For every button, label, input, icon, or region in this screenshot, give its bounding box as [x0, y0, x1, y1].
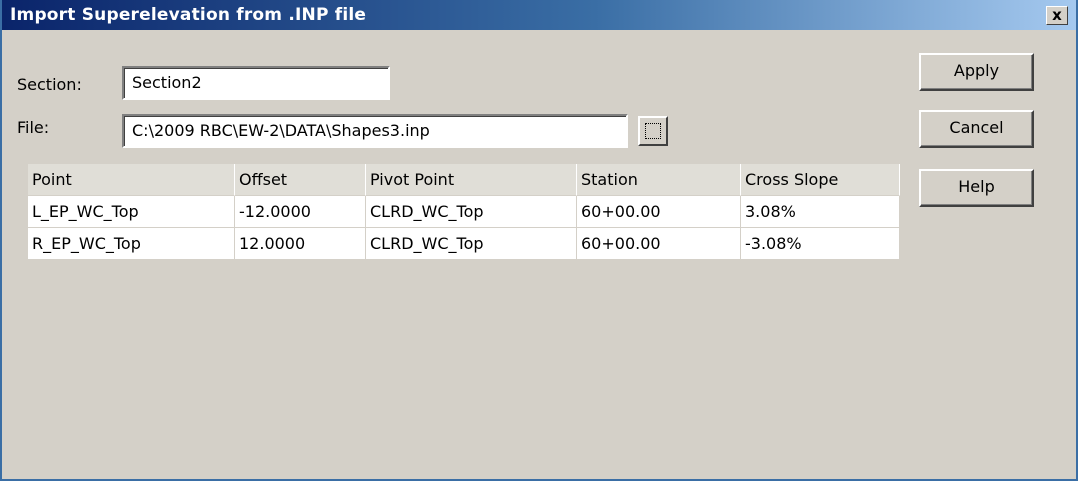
cancel-button[interactable]: Cancel	[919, 110, 1034, 148]
section-value: Section2	[132, 73, 202, 92]
file-path-field[interactable]: C:\2009 RBC\EW-2\DATA\Shapes3.inp	[122, 114, 628, 148]
cell-cross-slope[interactable]: -3.08%	[741, 228, 900, 260]
column-header-pivot-point[interactable]: Pivot Point	[366, 164, 577, 196]
help-button[interactable]: Help	[919, 169, 1034, 207]
cell-station[interactable]: 60+00.00	[577, 196, 741, 228]
section-label: Section:	[17, 75, 82, 94]
cell-offset[interactable]: 12.0000	[235, 228, 366, 260]
title-bar[interactable]: Import Superelevation from .INP file x	[2, 0, 1076, 30]
cell-point[interactable]: R_EP_WC_Top	[28, 228, 235, 260]
file-path-value: C:\2009 RBC\EW-2\DATA\Shapes3.inp	[132, 121, 430, 140]
table-row[interactable]: R_EP_WC_Top 12.0000 CLRD_WC_Top 60+00.00…	[28, 228, 900, 261]
cell-cross-slope[interactable]: 3.08%	[741, 196, 900, 228]
file-label: File:	[17, 118, 50, 137]
close-icon: x	[1052, 6, 1062, 24]
browse-button[interactable]	[638, 116, 668, 146]
browse-icon	[645, 123, 661, 139]
section-field[interactable]: Section2	[122, 66, 390, 100]
column-header-point[interactable]: Point	[28, 164, 235, 196]
column-header-cross-slope[interactable]: Cross Slope	[741, 164, 900, 196]
import-superelevation-dialog: Import Superelevation from .INP file x S…	[0, 0, 1078, 481]
column-header-offset[interactable]: Offset	[235, 164, 366, 196]
cell-point[interactable]: L_EP_WC_Top	[28, 196, 235, 228]
table-row[interactable]: L_EP_WC_Top -12.0000 CLRD_WC_Top 60+00.0…	[28, 196, 900, 229]
cell-offset[interactable]: -12.0000	[235, 196, 366, 228]
cell-station[interactable]: 60+00.00	[577, 228, 741, 260]
apply-button[interactable]: Apply	[919, 53, 1034, 91]
column-header-station[interactable]: Station	[577, 164, 741, 196]
window-title: Import Superelevation from .INP file	[10, 5, 367, 25]
close-button[interactable]: x	[1046, 6, 1068, 25]
cell-pivot-point[interactable]: CLRD_WC_Top	[366, 228, 577, 260]
table-header-row: Point Offset Pivot Point Station Cross S…	[28, 164, 900, 197]
cell-pivot-point[interactable]: CLRD_WC_Top	[366, 196, 577, 228]
